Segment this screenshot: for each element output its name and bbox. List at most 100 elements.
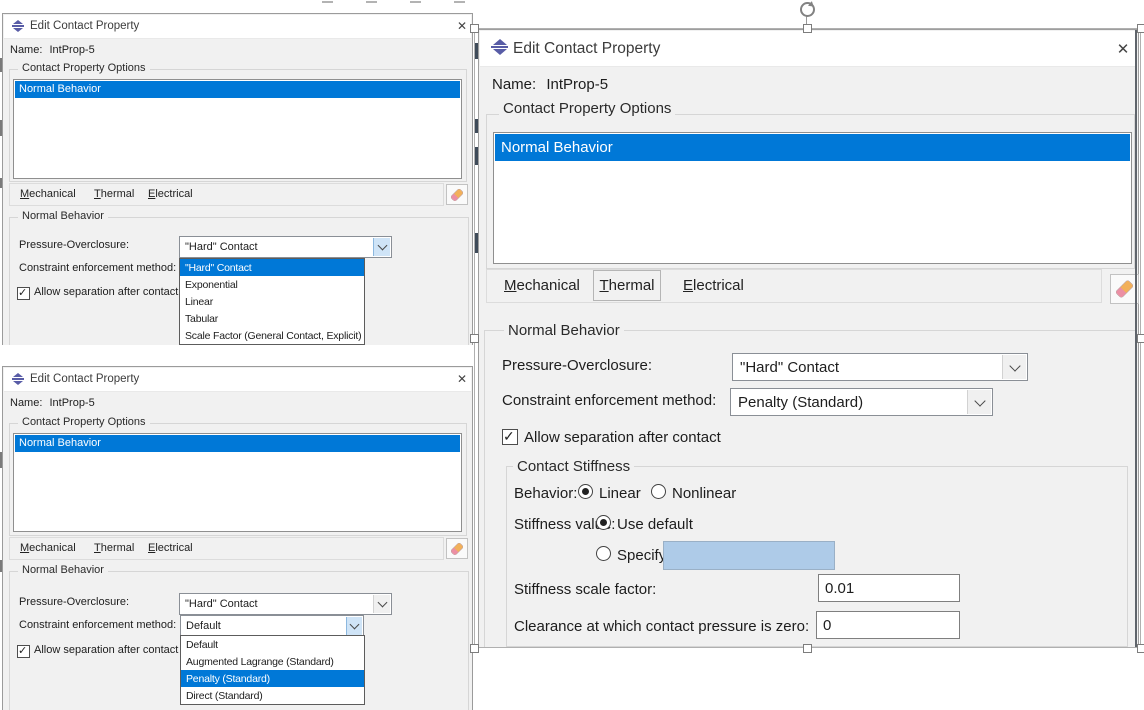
contact-stiffness-group-label: Contact Stiffness	[513, 458, 634, 475]
tab-electrical[interactable]: Electrical	[683, 270, 744, 302]
screen-fragment-dash	[410, 1, 421, 3]
name-value: IntProp-5	[49, 397, 94, 409]
dropdown-item[interactable]: Linear	[180, 293, 364, 310]
scale-factor-label: Stiffness scale factor:	[514, 581, 656, 598]
dropdown-item[interactable]: Augmented Lagrange (Standard)	[181, 653, 364, 670]
tab-mechanical[interactable]: Mechanical	[20, 184, 76, 205]
clearance-value: 0	[823, 617, 831, 634]
pressure-overclosure-label: Pressure-Overclosure:	[502, 357, 652, 374]
specify-input[interactable]	[663, 541, 835, 570]
title-bar[interactable]: Edit Contact Property ✕	[480, 31, 1137, 67]
abaqus-icon	[12, 373, 24, 385]
behavior-nonlinear-radio[interactable]	[651, 484, 666, 499]
pressure-overclosure-combo[interactable]: "Hard" Contact	[179, 593, 392, 615]
specify-radio[interactable]	[596, 546, 611, 561]
dropdown-item[interactable]: Tabular	[180, 310, 364, 327]
dialog-top-left: Edit Contact Property ✕ Name: IntProp-5 …	[2, 13, 473, 345]
combo-arrow-icon[interactable]	[1002, 355, 1026, 379]
screen-fragment-dash	[366, 1, 377, 3]
allow-separation-checkbox[interactable]	[17, 645, 30, 658]
pressure-overclosure-label: Pressure-Overclosure:	[19, 239, 129, 251]
options-list[interactable]: Normal Behavior	[493, 132, 1132, 264]
constraint-method-label: Constraint enforcement method:	[19, 262, 176, 274]
tab-electrical[interactable]: Electrical	[148, 538, 193, 559]
name-label: Name:	[10, 397, 42, 409]
dropdown-item[interactable]: Penalty (Standard)	[181, 670, 364, 687]
resize-handle-bottom-left[interactable]	[470, 644, 479, 653]
dropdown-item[interactable]: Exponential	[180, 276, 364, 293]
clearance-input[interactable]: 0	[816, 611, 960, 639]
dropdown-item[interactable]: "Hard" Contact	[180, 259, 364, 276]
eraser-icon	[451, 188, 464, 201]
combo-arrow-icon[interactable]	[373, 595, 390, 613]
combo-arrow-icon[interactable]	[373, 238, 390, 256]
dropdown-item[interactable]: Default	[181, 636, 364, 653]
list-item-normal-behavior[interactable]: Normal Behavior	[495, 134, 1130, 161]
dialog-title: Edit Contact Property	[30, 15, 139, 38]
use-default-radio[interactable]	[596, 515, 611, 530]
options-list[interactable]: Normal Behavior	[13, 433, 462, 532]
category-tabs: Mechanical Thermal Electrical	[9, 537, 444, 560]
tab-electrical[interactable]: Electrical	[148, 184, 193, 205]
pressure-overclosure-value: "Hard" Contact	[180, 594, 258, 614]
title-bar[interactable]: Edit Contact Property ✕	[4, 15, 471, 39]
list-item-normal-behavior[interactable]: Normal Behavior	[15, 81, 460, 98]
resize-handle-top-center[interactable]	[803, 24, 812, 33]
scale-factor-value: 0.01	[825, 580, 854, 597]
behavior-linear-radio[interactable]	[578, 484, 593, 499]
combo-arrow-icon[interactable]	[967, 390, 991, 414]
close-icon[interactable]: ✕	[1112, 34, 1134, 66]
dialog-title: Edit Contact Property	[513, 31, 660, 66]
screen-fragment-dash	[322, 1, 333, 3]
tab-thermal[interactable]: Thermal	[94, 538, 134, 559]
edit-options-button[interactable]	[446, 184, 468, 205]
title-bar[interactable]: Edit Contact Property ✕	[4, 368, 471, 392]
resize-handle-bottom-center[interactable]	[803, 644, 812, 653]
name-label: Name:	[10, 44, 42, 56]
dropdown-item[interactable]: Direct (Standard)	[181, 687, 364, 704]
dialog-right-window: Edit Contact Property ✕ Name: IntProp-5 …	[478, 29, 1139, 647]
tab-thermal[interactable]: Thermal	[94, 184, 134, 205]
list-item-normal-behavior[interactable]: Normal Behavior	[15, 435, 460, 452]
resize-handle-middle-left[interactable]	[470, 334, 479, 343]
constraint-method-combo[interactable]: Penalty (Standard)	[730, 388, 993, 416]
resize-handle-top-left[interactable]	[470, 24, 479, 33]
abaqus-icon	[491, 39, 508, 55]
resize-handle-middle-right[interactable]	[1137, 334, 1144, 343]
constraint-method-dropdown: Default Augmented Lagrange (Standard) Pe…	[180, 635, 365, 705]
pressure-overclosure-label: Pressure-Overclosure:	[19, 596, 129, 608]
tab-mechanical[interactable]: Mechanical	[504, 270, 580, 302]
behavior-label: Behavior:	[514, 485, 577, 502]
behavior-linear-label: Linear	[599, 485, 641, 502]
allow-separation-label: Allow separation after contact	[524, 429, 721, 446]
resize-handle-top-right[interactable]	[1137, 24, 1144, 33]
constraint-method-combo[interactable]: Default	[180, 615, 364, 637]
edit-options-button[interactable]	[446, 538, 468, 559]
behavior-nonlinear-label: Nonlinear	[672, 485, 736, 502]
pressure-overclosure-combo[interactable]: "Hard" Contact	[732, 353, 1028, 381]
allow-separation-checkbox[interactable]	[17, 287, 30, 300]
resize-handle-bottom-right[interactable]	[1137, 644, 1144, 653]
close-icon[interactable]: ✕	[453, 368, 471, 391]
scale-factor-input[interactable]: 0.01	[818, 574, 960, 602]
options-group-label: Contact Property Options	[18, 62, 150, 74]
tab-mechanical[interactable]: Mechanical	[20, 538, 76, 559]
allow-separation-checkbox[interactable]	[502, 429, 518, 445]
combo-arrow-icon[interactable]	[346, 617, 362, 635]
close-icon[interactable]: ✕	[453, 15, 471, 38]
dialog-right-image: Edit Contact Property ✕ Name: IntProp-5 …	[475, 29, 1140, 647]
constraint-method-label: Constraint enforcement method:	[502, 392, 716, 409]
tab-thermal[interactable]: Thermal	[593, 270, 661, 301]
dropdown-item[interactable]: Scale Factor (General Contact, Explicit)	[180, 327, 364, 344]
eraser-icon	[1116, 280, 1134, 298]
category-tabs: Mechanical Thermal Electrical	[9, 183, 444, 206]
use-default-label: Use default	[617, 516, 693, 533]
rotate-handle[interactable]	[800, 2, 815, 17]
screen-fragment-dash	[454, 1, 465, 3]
name-value: IntProp-5	[49, 44, 94, 56]
pressure-overclosure-combo[interactable]: "Hard" Contact	[179, 236, 392, 258]
dialog-top-left-window: Edit Contact Property ✕ Name: IntProp-5 …	[2, 13, 473, 345]
options-list[interactable]: Normal Behavior	[13, 79, 462, 179]
allow-separation-label: Allow separation after contact	[34, 286, 178, 298]
name-value: IntProp-5	[546, 76, 608, 93]
